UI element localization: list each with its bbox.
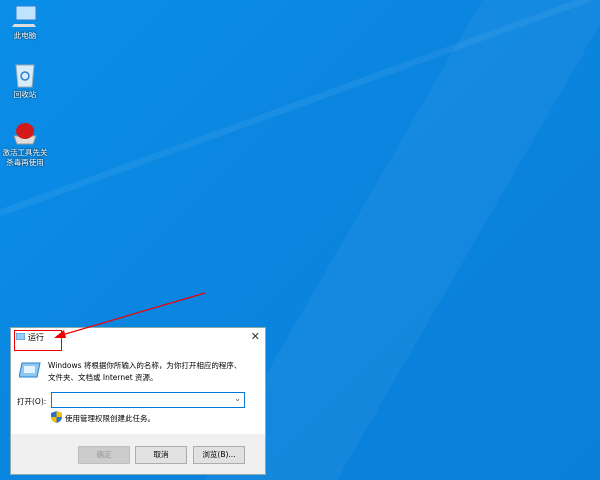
annotation-arrow [54,292,206,338]
